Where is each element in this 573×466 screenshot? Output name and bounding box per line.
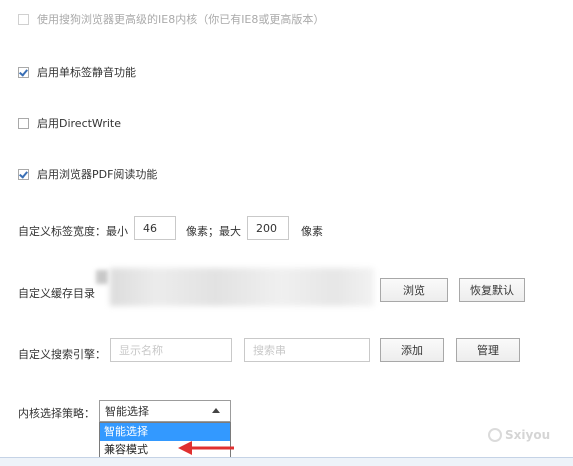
tab-width-mid-label: 像素；最大 <box>186 225 241 238</box>
tab-width-unit-label: 像素 <box>301 225 323 238</box>
search-engine-name-input[interactable] <box>110 338 232 362</box>
tab-mute-label: 启用单标签静音功能 <box>37 66 136 79</box>
redacted-area <box>96 270 108 284</box>
annotation-arrow-icon <box>178 441 234 455</box>
watermark-logo: Sxiyou <box>488 428 550 442</box>
kernel-policy-selected: 智能选择 <box>105 405 149 418</box>
kernel-policy-select[interactable]: 智能选择 <box>99 400 231 422</box>
manage-search-engine-button[interactable]: 管理 <box>456 338 520 362</box>
kernel-option-smart[interactable]: 智能选择 <box>100 423 230 441</box>
restore-default-button[interactable]: 恢复默认 <box>459 278 525 302</box>
ie8-kernel-label: 使用搜狗浏览器更高级的IE8内核（你已有IE8或更高版本） <box>37 13 325 26</box>
browse-button[interactable]: 浏览 <box>380 278 448 302</box>
tab-width-max-input[interactable] <box>247 216 289 240</box>
settings-panel: 使用搜狗浏览器更高级的IE8内核（你已有IE8或更高版本） 启用单标签静音功能 … <box>0 0 573 466</box>
option-directwrite[interactable]: 启用DirectWrite <box>18 115 121 131</box>
directwrite-checkbox[interactable] <box>18 117 29 129</box>
watermark-icon <box>488 428 502 442</box>
watermark-text: Sxiyou <box>505 428 551 442</box>
chevron-up-icon[interactable] <box>212 408 220 413</box>
pdf-reader-checkbox[interactable] <box>18 168 29 180</box>
option-pdf-reader[interactable]: 启用浏览器PDF阅读功能 <box>18 166 157 182</box>
tab-width-min-input[interactable] <box>134 216 176 240</box>
tab-mute-checkbox[interactable] <box>18 66 29 78</box>
tab-width-label: 自定义标签宽度：最小 <box>18 225 128 238</box>
pdf-reader-label: 启用浏览器PDF阅读功能 <box>37 168 158 181</box>
cache-dir-label: 自定义缓存目录 <box>18 287 95 300</box>
option-tab-mute[interactable]: 启用单标签静音功能 <box>18 64 136 80</box>
option-ie8-kernel[interactable]: 使用搜狗浏览器更高级的IE8内核（你已有IE8或更高版本） <box>18 11 324 27</box>
kernel-policy-label: 内核选择策略： <box>18 407 95 420</box>
add-search-engine-button[interactable]: 添加 <box>380 338 444 362</box>
search-engine-label: 自定义搜索引擎： <box>18 348 106 361</box>
ie8-kernel-checkbox[interactable] <box>18 13 29 25</box>
search-engine-query-input[interactable] <box>244 338 370 362</box>
cache-dir-input-redacted[interactable] <box>110 268 374 306</box>
bottom-bar <box>0 457 573 466</box>
directwrite-label: 启用DirectWrite <box>37 117 121 130</box>
